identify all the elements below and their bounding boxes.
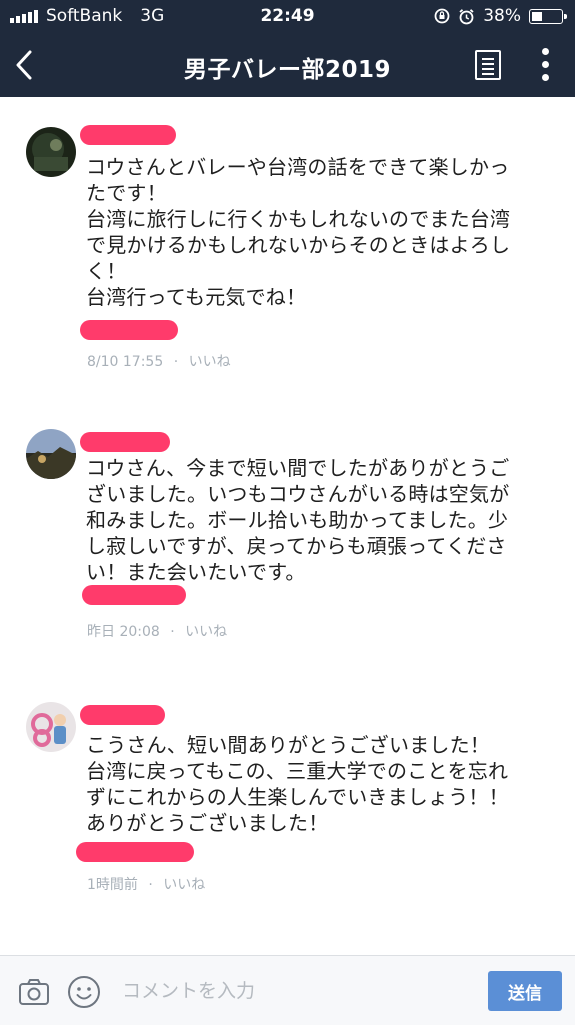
comment-timestamp: 1時間前	[87, 877, 138, 893]
redacted-username	[80, 125, 176, 145]
like-button[interactable]: いいね	[185, 624, 227, 640]
comment-line: たです！	[86, 181, 167, 205]
emoji-icon	[68, 976, 100, 1008]
camera-icon	[19, 979, 49, 1005]
like-button[interactable]: いいね	[163, 877, 205, 893]
comment-list: コウさんとバレーや台湾の話をできて楽しかっ たです！ 台湾に旅行しに行くかもしれ…	[0, 97, 575, 955]
emoji-button[interactable]	[66, 974, 102, 1010]
meta-separator: ·	[148, 877, 153, 893]
comment-text: コウさんとバレーや台湾の話をできて楽しかっ たです！ 台湾に旅行しに行くかもしれ…	[86, 154, 566, 310]
meta-separator: ·	[173, 354, 179, 370]
comment-timestamp: 8/10 17:55	[87, 354, 164, 370]
comment-line: 台湾行っても元気でね！	[86, 285, 307, 309]
comment-timestamp: 昨日 20:08	[87, 624, 160, 640]
meta-separator: ·	[170, 624, 175, 640]
like-button[interactable]: いいね	[189, 354, 231, 370]
comment-line: 台湾に戻ってもこの、三重大学でのことを忘れ	[86, 759, 509, 783]
redacted-signature	[76, 842, 194, 862]
comment-line: ざいました。いつもコウさんがいる時は空気が	[86, 482, 510, 506]
battery-level	[532, 11, 542, 21]
comment-meta: 昨日 20:08 · いいね	[87, 621, 227, 641]
comment-line: で見かけるかもしれないからそのときはよろし	[86, 233, 511, 257]
redacted-username	[80, 705, 165, 725]
top-bar: SoftBank 3G 22:49 38% 男子バレー部2019	[0, 0, 575, 97]
redacted-username	[80, 432, 170, 452]
comment-line: ありがとうございました！	[86, 811, 329, 835]
menu-button[interactable]	[475, 50, 501, 80]
comment-line: 和みました。ボール拾いも助かってました。少	[86, 508, 509, 532]
avatar[interactable]	[26, 702, 76, 752]
avatar[interactable]	[26, 127, 76, 177]
orientation-lock-icon	[434, 8, 450, 24]
alarm-icon	[459, 8, 474, 24]
comment-text: コウさん、今まで短い間でしたがありがとうご ざいました。いつもコウさんがいる時は…	[86, 455, 566, 585]
more-button[interactable]	[536, 46, 556, 84]
comment-line: く！	[86, 259, 127, 283]
comment-meta: 8/10 17:55 · いいね	[87, 351, 231, 371]
battery-icon	[529, 8, 567, 24]
nav-row: 男子バレー部2019	[0, 34, 575, 97]
redacted-signature	[82, 585, 186, 605]
battery-percent: 38%	[483, 6, 521, 26]
avatar[interactable]	[26, 429, 76, 479]
send-button[interactable]: 送信	[488, 971, 562, 1011]
comment-line: コウさんとバレーや台湾の話をできて楽しかっ	[86, 155, 510, 179]
camera-button[interactable]	[18, 976, 50, 1008]
redacted-signature	[80, 320, 178, 340]
status-bar: SoftBank 3G 22:49 38%	[0, 0, 575, 34]
comment-line: 台湾に旅行しに行くかもしれないのでまた台湾	[86, 207, 511, 231]
status-right: 38%	[434, 6, 567, 26]
comment-line: コウさん、今まで短い間でしたがありがとうご	[86, 456, 510, 480]
comment-line: し寂しいですが、戻ってからも頑張ってくださ	[86, 534, 507, 558]
comment-line: い！また会いたいです。	[86, 560, 306, 584]
comment-line: こうさん、短い間ありがとうございました！	[86, 733, 490, 757]
comment-input[interactable]	[114, 971, 485, 1011]
comment-meta: 1時間前 · いいね	[87, 874, 205, 894]
comment-text: こうさん、短い間ありがとうございました！ 台湾に戻ってもこの、三重大学でのことを…	[86, 732, 566, 836]
comment-line: ずにこれからの人生楽しんでいきましょう！！	[86, 785, 509, 809]
comment-input-bar: 送信	[0, 955, 575, 1025]
